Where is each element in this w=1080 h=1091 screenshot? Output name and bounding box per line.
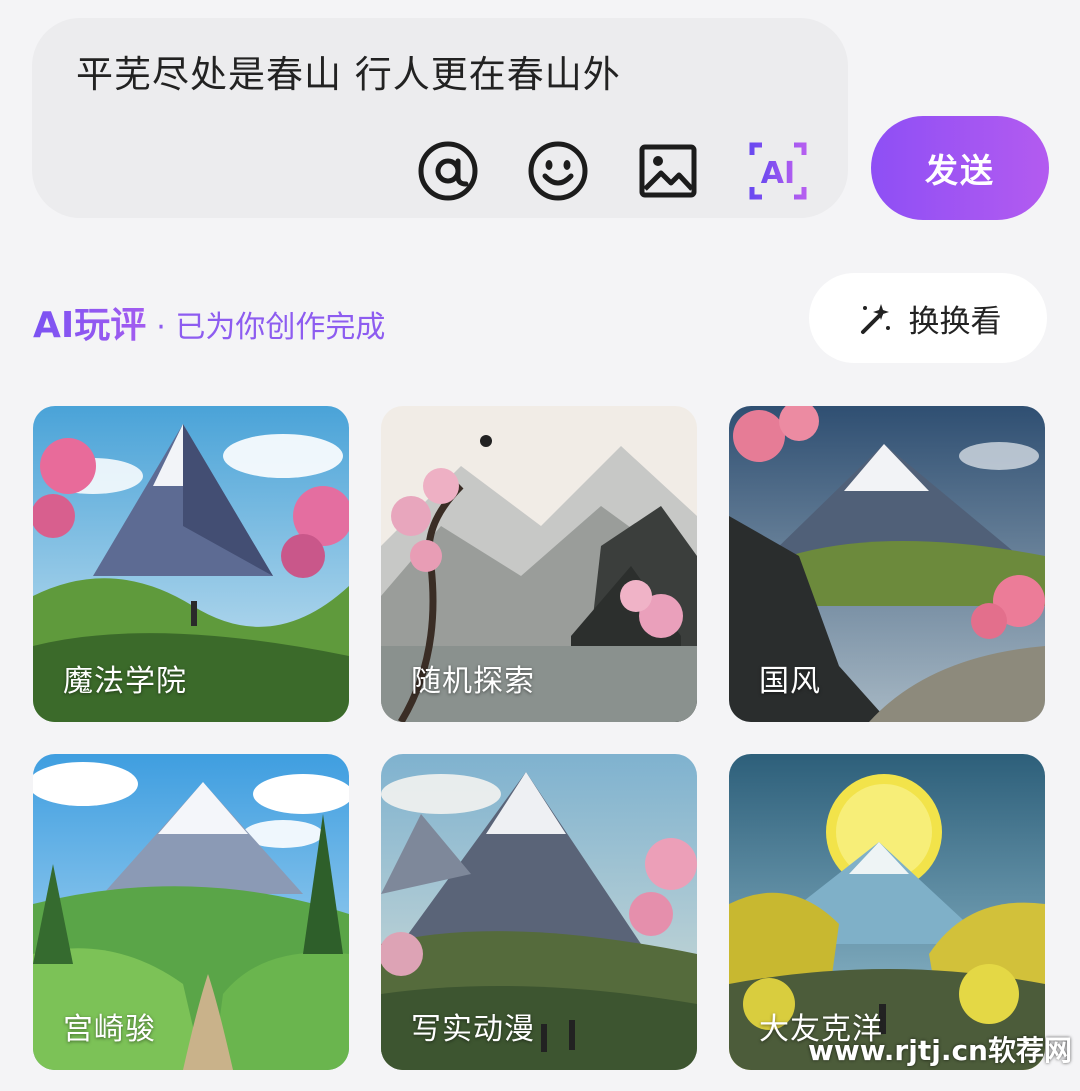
section-header: AI玩评 · 已为你创作完成: [33, 296, 385, 348]
compose-text[interactable]: 平芜尽处是春山 行人更在春山外: [76, 44, 621, 98]
style-label: 随机探索: [411, 664, 535, 699]
style-card-otomo[interactable]: 大友克洋: [729, 754, 1045, 1070]
image-icon[interactable]: [635, 138, 701, 204]
send-button[interactable]: 发送: [871, 116, 1049, 220]
watermark: www.rjtj.cn软荐网: [807, 1034, 1072, 1067]
style-card-miyazaki[interactable]: 宫崎骏: [33, 754, 349, 1070]
compose-box[interactable]: 平芜尽处是春山 行人更在春山外 AI: [32, 18, 848, 218]
style-label: 魔法学院: [63, 664, 187, 699]
magic-wand-icon: [860, 304, 890, 334]
style-card-random-explore[interactable]: 随机探索: [381, 406, 697, 722]
at-icon[interactable]: [415, 138, 481, 204]
swap-button[interactable]: 换换看: [809, 273, 1047, 363]
ai-icon-text: AI: [761, 156, 795, 191]
ai-icon[interactable]: AI: [745, 138, 811, 204]
style-card-realistic-anime[interactable]: 写实动漫: [381, 754, 697, 1070]
style-label: 写实动漫: [411, 1012, 535, 1047]
section-title: AI玩评: [33, 296, 146, 348]
emoji-icon[interactable]: [525, 138, 591, 204]
style-label: 宫崎骏: [63, 1012, 156, 1047]
section-subtitle: · 已为你创作完成: [156, 310, 386, 345]
style-label: 国风: [759, 664, 821, 699]
swap-label: 换换看: [908, 303, 1002, 340]
style-card-magic-academy[interactable]: 魔法学院: [33, 406, 349, 722]
style-card-chinese-style[interactable]: 国风: [729, 406, 1045, 722]
